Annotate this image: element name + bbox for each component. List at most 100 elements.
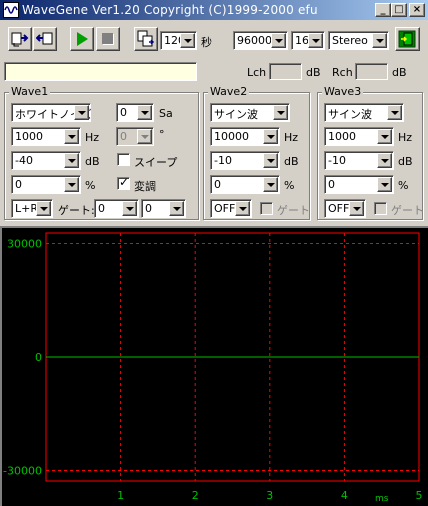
close-button[interactable]: ×: [409, 3, 425, 17]
wave1-phase-unit: °: [159, 128, 165, 141]
wave2-mode-select[interactable]: OFF: [210, 199, 252, 218]
chevron-down-icon[interactable]: [64, 153, 79, 168]
minimize-button[interactable]: _: [375, 3, 391, 17]
wave1-gate2-select[interactable]: 0: [141, 199, 186, 218]
y-tick-label: 0: [35, 351, 42, 364]
wave2-gate-checkbox[interactable]: [260, 202, 273, 215]
chevron-down-icon[interactable]: [372, 33, 387, 48]
chevron-down-icon[interactable]: [74, 105, 89, 120]
wave1-gate1-select[interactable]: 0: [94, 199, 139, 218]
wave3-freq-value: 1000: [328, 130, 356, 143]
chevron-down-icon[interactable]: [349, 201, 364, 216]
wave1-percent-value: 0: [15, 178, 22, 191]
wave1-level-select[interactable]: -40: [11, 151, 81, 170]
chevron-down-icon[interactable]: [64, 177, 79, 192]
wave1-level-value: -40: [15, 154, 33, 167]
wave1-gate2-value: 0: [145, 202, 152, 215]
duration-unit: 秒: [201, 36, 212, 49]
play-button[interactable]: [70, 27, 94, 51]
copy-settings-button[interactable]: [134, 27, 158, 51]
status-message-field: [4, 62, 197, 81]
wave1-phase-value: 0: [120, 130, 127, 143]
lch-unit: dB: [306, 66, 321, 79]
wave1-phase-select[interactable]: 0: [116, 127, 154, 146]
channels-select[interactable]: Stereo: [328, 31, 389, 50]
y-tick-label: 30000: [7, 237, 42, 250]
wave2-freq-select[interactable]: 10000: [210, 127, 280, 146]
window-title: WaveGene Ver1.20 Copyright (C)1999-2000 …: [22, 3, 318, 17]
waveform-display: 1 2 3 4 5 ms 30000 0 -30000: [0, 226, 428, 506]
wave1-freq-unit: Hz: [85, 131, 100, 144]
wave1-sweep-checkbox[interactable]: [117, 153, 130, 166]
chevron-down-icon[interactable]: [263, 153, 278, 168]
wave3-level-select[interactable]: -10: [324, 151, 394, 170]
chevron-down-icon[interactable]: [137, 129, 152, 144]
wave3-level-value: -10: [328, 154, 346, 167]
chevron-down-icon[interactable]: [377, 177, 392, 192]
channels-value: Stereo: [332, 34, 368, 47]
wave1-channel-select[interactable]: L+R: [11, 199, 53, 218]
wave1-gate-label: ゲート:: [58, 204, 95, 217]
wave2-freq-value: 10000: [214, 130, 249, 143]
chevron-down-icon[interactable]: [377, 153, 392, 168]
save-file-button[interactable]: [33, 27, 57, 51]
chevron-down-icon[interactable]: [137, 105, 152, 120]
lch-level-display: [269, 63, 302, 80]
rch-label: Rch: [332, 66, 353, 79]
wave2-level-unit: dB: [284, 155, 299, 168]
x-unit-label: ms: [375, 494, 389, 504]
wave2-type-select[interactable]: サイン波: [210, 103, 290, 122]
chevron-down-icon[interactable]: [263, 129, 278, 144]
chevron-down-icon[interactable]: [263, 177, 278, 192]
wave3-percent-unit: %: [398, 179, 409, 192]
wave1-type-select[interactable]: ホワイトノイズ: [11, 103, 92, 122]
chevron-down-icon[interactable]: [180, 33, 195, 48]
stop-button[interactable]: [96, 27, 120, 51]
wave1-modulation-checkbox[interactable]: ✓: [117, 175, 130, 190]
app-icon[interactable]: [3, 2, 19, 18]
wave2-mode-value: OFF: [214, 202, 236, 215]
wave2-percent-unit: %: [284, 179, 295, 192]
wave3-gate-checkbox[interactable]: [374, 202, 387, 215]
x-tick-label: 2: [192, 489, 199, 502]
wave1-sa-unit: Sa: [159, 107, 173, 120]
checkmark-icon: ✓: [119, 175, 130, 189]
chevron-down-icon[interactable]: [36, 201, 51, 216]
wave1-sweep-label: スイープ: [134, 156, 178, 169]
wave1-percent-select[interactable]: 0: [11, 175, 81, 194]
chevron-down-icon[interactable]: [308, 33, 323, 48]
open-file-button[interactable]: [8, 27, 32, 51]
chevron-down-icon[interactable]: [377, 129, 392, 144]
chevron-down-icon[interactable]: [271, 33, 286, 48]
wave3-mode-select[interactable]: OFF: [324, 199, 366, 218]
wave3-freq-unit: Hz: [398, 131, 413, 144]
chevron-down-icon[interactable]: [273, 105, 288, 120]
duration-select[interactable]: 120: [160, 31, 197, 50]
wave1-freq-select[interactable]: 1000: [11, 127, 81, 146]
wave1-percent-unit: %: [85, 179, 96, 192]
wave2-level-select[interactable]: -10: [210, 151, 280, 170]
rch-level-display: [355, 63, 388, 80]
wave2-percent-select[interactable]: 0: [210, 175, 280, 194]
exit-button[interactable]: [395, 27, 420, 51]
bits-select[interactable]: 16: [291, 31, 325, 50]
wave2-type-value: サイン波: [214, 108, 258, 121]
chevron-down-icon[interactable]: [169, 201, 184, 216]
chevron-down-icon[interactable]: [64, 129, 79, 144]
x-tick-label: 1: [117, 489, 124, 502]
chevron-down-icon[interactable]: [122, 201, 137, 216]
wave1-sa-value: 0: [120, 106, 127, 119]
chevron-down-icon[interactable]: [387, 105, 402, 120]
waveform-chart: 1 2 3 4 5 ms 30000 0 -30000: [3, 232, 423, 504]
chevron-down-icon[interactable]: [235, 201, 250, 216]
wave3-percent-select[interactable]: 0: [324, 175, 394, 194]
sample-rate-select[interactable]: 96000: [233, 31, 288, 50]
wave2-level-value: -10: [214, 154, 232, 167]
wave3-percent-value: 0: [328, 178, 335, 191]
wave1-sa-select[interactable]: 0: [116, 103, 154, 122]
bits-value: 16: [295, 34, 309, 47]
maximize-button[interactable]: □: [391, 3, 407, 17]
wave1-modulation-label: 変調: [134, 180, 156, 193]
wave3-freq-select[interactable]: 1000: [324, 127, 394, 146]
wave3-type-select[interactable]: サイン波: [324, 103, 404, 122]
